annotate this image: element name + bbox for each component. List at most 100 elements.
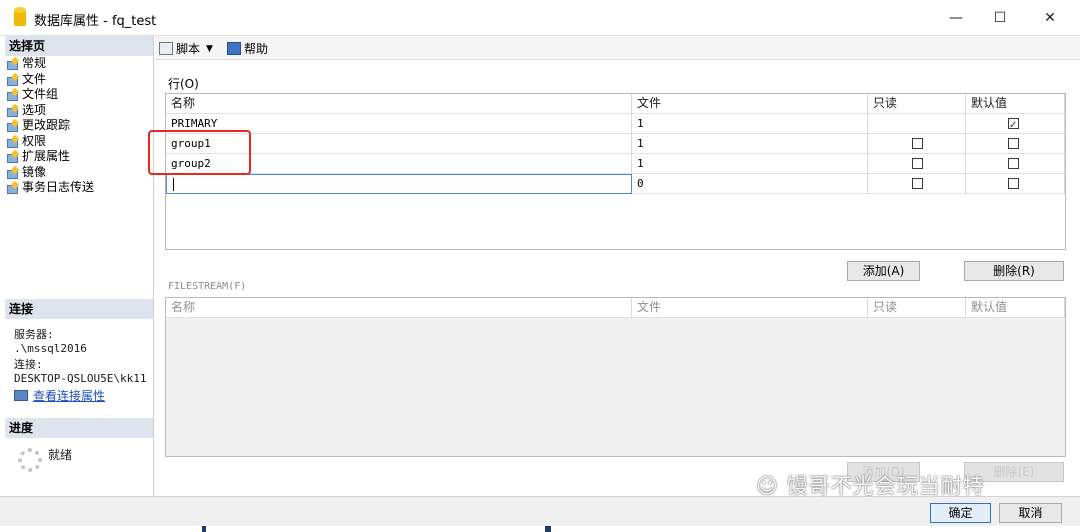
page-label: 文件组 [22,87,59,102]
page-item-filegroups[interactable]: 文件组 [6,87,94,103]
column-header-files: 文件 [632,298,868,318]
cell-default [966,134,1065,154]
page-item-options[interactable]: 选项 [6,103,94,119]
wechat-icon: ☺ [756,474,779,498]
page-icon [6,105,20,117]
filestream-grid: 名称 文件 只读 默认值 [165,297,1066,457]
rows-section-label: 行(O) [168,77,199,91]
page-item-change-tracking[interactable]: 更改跟踪 [6,118,94,134]
page-label: 镜像 [22,164,47,179]
cell-files: 1 [632,134,868,154]
page-label: 选项 [22,102,47,117]
script-button[interactable]: 脚本 ▼ [159,40,213,57]
left-panel: 选择页 常规 文件 文件组 选项 更改跟踪 权限 扩展属性 镜像 事务日志传送 … [0,36,154,496]
minimize-button[interactable]: — [940,6,972,30]
view-connection-properties-link[interactable]: 查看连接属性 [14,387,105,404]
default-checkbox[interactable] [1008,158,1019,169]
page-label: 扩展属性 [22,149,71,164]
background-mark [545,526,551,532]
page-icon [6,74,20,86]
cell-default [966,174,1065,194]
cell-readonly [868,154,966,174]
connection-label: 连接: [14,358,43,371]
cell-default [966,154,1065,174]
default-checkbox[interactable] [1008,138,1019,149]
close-button[interactable]: ✕ [1034,6,1066,30]
connection-value: DESKTOP-QSLOU5E\kk11 [14,372,147,385]
table-row-new[interactable]: 0 [166,174,1065,194]
progress-header: 进度 [5,418,153,438]
ok-button[interactable]: 确定 [930,503,991,523]
cell-files: 1 [632,154,868,174]
dialog-footer: 确定 取消 [0,496,1080,526]
page-icon [6,151,20,164]
table-row[interactable]: PRIMARY 1 [166,114,1065,135]
chevron-down-icon[interactable]: ▼ [206,44,213,54]
column-header-readonly[interactable]: 只读 [868,94,966,114]
default-checkbox[interactable] [1008,116,1019,135]
progress-status: 就绪 [48,448,73,462]
page-icon [6,136,20,148]
database-icon [14,7,26,26]
connection-header: 连接 [5,299,153,319]
page-item-permissions[interactable]: 权限 [6,134,94,150]
cell-readonly [868,134,966,154]
script-label: 脚本 [176,42,201,56]
remove-filegroup-button[interactable]: 删除(R) [964,261,1064,281]
column-header-name[interactable]: 名称 [166,94,632,114]
link-label: 查看连接属性 [33,389,106,403]
page-item-log-shipping[interactable]: 事务日志传送 [6,180,94,196]
help-icon [227,42,241,55]
cancel-button[interactable]: 取消 [999,503,1062,523]
page-icon [6,182,20,195]
help-button[interactable]: 帮助 [227,40,268,57]
cell-files: 0 [632,174,868,194]
maximize-button[interactable]: ☐ [984,6,1016,30]
highlight-annotation [148,130,251,175]
filestream-grid-header: 名称 文件 只读 默认值 [166,298,1065,318]
filegroups-page: 行(O) 名称 文件 只读 默认值 PRIMARY 1 group1 1 gro… [155,61,1080,496]
readonly-checkbox[interactable] [912,158,923,169]
page-icon [6,167,20,179]
background-mark [202,526,206,532]
new-name-input[interactable] [166,174,632,194]
page-label: 权限 [22,133,47,148]
background-strip [0,526,1080,532]
toolbar: 脚本 ▼ 帮助 [155,36,1080,60]
page-label: 更改跟踪 [22,118,71,133]
cell-readonly [868,174,966,194]
progress-spinner-icon [18,448,42,472]
page-icon [6,58,20,71]
column-header-files[interactable]: 文件 [632,94,868,114]
column-header-default[interactable]: 默认值 [966,94,1065,114]
table-row[interactable]: group1 1 [166,134,1065,154]
page-item-general[interactable]: 常规 [6,56,94,72]
readonly-checkbox[interactable] [912,178,923,189]
rows-grid-header: 名称 文件 只读 默认值 [166,94,1065,114]
cell-readonly [868,114,966,134]
page-item-mirroring[interactable]: 镜像 [6,165,94,181]
text-caret [173,178,174,191]
cell-files: 1 [632,114,868,134]
filestream-section-label: FILESTREAM(F) [168,281,247,292]
column-header-name: 名称 [166,298,632,318]
page-icon [6,89,20,102]
server-label: 服务器: [14,328,54,341]
page-icon [6,120,20,133]
select-page-header: 选择页 [5,36,153,56]
page-label: 文件 [22,71,47,86]
watermark: ☺ 馒哥不光会玩当耐特 [756,470,985,500]
title-bar: 数据库属性 - fq_test — ☐ ✕ [0,0,1080,36]
connection-properties-icon [14,390,28,401]
table-row[interactable]: group2 1 [166,154,1065,174]
readonly-checkbox[interactable] [912,138,923,149]
script-icon [159,42,173,55]
column-header-default: 默认值 [966,298,1065,318]
default-checkbox[interactable] [1008,178,1019,189]
column-header-readonly: 只读 [868,298,966,318]
rows-grid: 名称 文件 只读 默认值 PRIMARY 1 group1 1 group2 1… [165,93,1066,250]
add-filegroup-button[interactable]: 添加(A) [847,261,920,281]
page-item-extended-properties[interactable]: 扩展属性 [6,149,94,165]
page-item-files[interactable]: 文件 [6,72,94,88]
help-label: 帮助 [244,42,269,56]
